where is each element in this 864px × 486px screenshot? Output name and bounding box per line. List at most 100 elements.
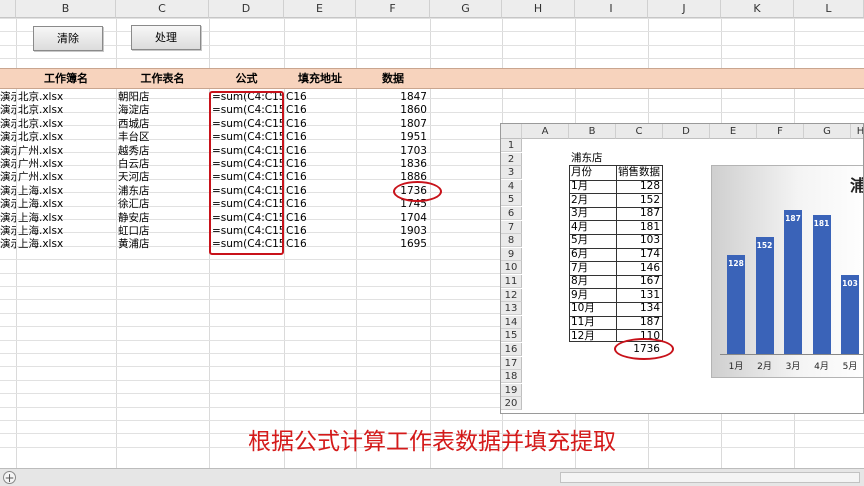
emb-column-header[interactable]: B — [569, 124, 616, 139]
emb-row-header[interactable]: 19 — [501, 383, 522, 397]
emb-row-header[interactable]: 16 — [501, 343, 522, 356]
month-cell[interactable]: 6月 — [571, 248, 588, 261]
address-cell[interactable]: C16 — [286, 198, 354, 211]
header-sheet[interactable]: 工作表名 — [116, 68, 209, 89]
emb-column-header[interactable]: E — [710, 124, 757, 139]
month-cell[interactable]: 1月 — [571, 180, 588, 193]
workbook-cell[interactable]: 上海.xlsx — [18, 198, 114, 211]
workbook-cell[interactable]: 北京.xlsx — [18, 118, 114, 131]
emb-row-header[interactable]: 10 — [501, 261, 522, 275]
clear-button[interactable]: 清除 — [33, 26, 103, 51]
chart-bar[interactable] — [755, 236, 774, 354]
month-cell[interactable]: 10月 — [571, 302, 595, 315]
column-header-d[interactable]: D — [209, 0, 284, 18]
data-value-cell[interactable]: 1836 — [356, 158, 427, 171]
workbook-cell[interactable]: 广州.xlsx — [18, 158, 114, 171]
sales-cell[interactable]: 152 — [616, 194, 660, 207]
emb-row-header[interactable]: 4 — [501, 179, 522, 193]
emb-row-header[interactable]: 14 — [501, 315, 522, 329]
header-formula[interactable]: 公式 — [209, 68, 284, 89]
month-cell[interactable]: 9月 — [571, 289, 588, 302]
workbook-cell[interactable]: 广州.xlsx — [18, 171, 114, 184]
emb-row-header[interactable]: 12 — [501, 288, 522, 302]
sheet-cell[interactable]: 静安店 — [118, 212, 207, 225]
address-cell[interactable]: C16 — [286, 225, 354, 238]
row-prefix-cell[interactable]: 演示 — [0, 238, 16, 251]
workbook-cell[interactable]: 上海.xlsx — [18, 238, 114, 251]
column-header-b[interactable]: B — [16, 0, 116, 18]
sheet-cell[interactable]: 丰台区 — [118, 131, 207, 144]
column-header-corner[interactable] — [0, 0, 16, 18]
emb-row-header[interactable]: 2 — [501, 152, 522, 166]
sheet-cell[interactable]: 朝阳店 — [118, 91, 207, 104]
horizontal-scrollbar[interactable] — [560, 472, 860, 483]
workbook-cell[interactable]: 上海.xlsx — [18, 212, 114, 225]
data-value-cell[interactable]: 1860 — [356, 104, 427, 117]
address-cell[interactable]: C16 — [286, 185, 354, 198]
sheet-cell[interactable]: 黄浦店 — [118, 238, 207, 251]
data-value-cell[interactable]: 1695 — [356, 238, 427, 251]
sheet-cell[interactable]: 西城店 — [118, 118, 207, 131]
chart-bar[interactable] — [812, 214, 831, 354]
sales-cell[interactable]: 167 — [616, 275, 660, 288]
emb-row-header[interactable]: 3 — [501, 166, 522, 180]
emb-row-header[interactable]: 20 — [501, 397, 522, 411]
data-value-cell[interactable]: 1704 — [356, 212, 427, 225]
sales-cell[interactable]: 187 — [616, 207, 660, 220]
sales-cell[interactable]: 128 — [616, 180, 660, 193]
month-cell[interactable]: 4月 — [571, 221, 588, 234]
sales-cell[interactable]: 174 — [616, 248, 660, 261]
add-sheet-icon[interactable]: + — [3, 471, 16, 484]
data-value-cell[interactable]: 1703 — [356, 145, 427, 158]
sheet-cell[interactable]: 虹口店 — [118, 225, 207, 238]
sales-cell[interactable]: 131 — [616, 289, 660, 302]
sheet-cell[interactable]: 海淀店 — [118, 104, 207, 117]
sheet-cell[interactable]: 越秀店 — [118, 145, 207, 158]
sales-cell[interactable]: 103 — [616, 234, 660, 247]
address-cell[interactable]: C16 — [286, 131, 354, 144]
emb-row-header[interactable]: 18 — [501, 370, 522, 384]
column-header-g[interactable]: G — [430, 0, 502, 18]
emb-row-header[interactable]: 8 — [501, 234, 522, 248]
address-cell[interactable]: C16 — [286, 91, 354, 104]
emb-row-header[interactable]: 1 — [501, 139, 522, 152]
column-header-j[interactable]: J — [648, 0, 721, 18]
address-cell[interactable]: C16 — [286, 212, 354, 225]
emb-corner[interactable] — [501, 124, 522, 139]
sheet-cell[interactable]: 白云店 — [118, 158, 207, 171]
column-header-l[interactable]: L — [794, 0, 864, 18]
row-prefix-cell[interactable]: 演示 — [0, 131, 16, 144]
address-cell[interactable]: C16 — [286, 158, 354, 171]
data-value-cell[interactable]: 1951 — [356, 131, 427, 144]
row-prefix-cell[interactable]: 演示 — [0, 104, 16, 117]
month-cell[interactable]: 8月 — [571, 275, 588, 288]
month-cell[interactable]: 7月 — [571, 262, 588, 275]
row-prefix-cell[interactable]: 演示 — [0, 185, 16, 198]
month-cell[interactable]: 2月 — [571, 194, 588, 207]
row-prefix-cell[interactable]: 演示 — [0, 158, 16, 171]
emb-row-header[interactable]: 11 — [501, 275, 522, 288]
emb-column-header[interactable]: H — [851, 124, 863, 139]
row-prefix-cell[interactable]: 演示 — [0, 225, 16, 238]
emb-column-header[interactable]: C — [616, 124, 663, 139]
emb-row-header[interactable]: 7 — [501, 220, 522, 234]
sheet-cell[interactable]: 浦东店 — [118, 185, 207, 198]
data-value-cell[interactable]: 1847 — [356, 91, 427, 104]
row-prefix-cell[interactable]: 演示 — [0, 145, 16, 158]
emb-row-header[interactable]: 9 — [501, 247, 522, 261]
month-cell[interactable]: 3月 — [571, 207, 588, 220]
address-cell[interactable]: C16 — [286, 118, 354, 131]
header-workbook[interactable]: 工作簿名 — [16, 68, 116, 89]
row-prefix-cell[interactable]: 演示 — [0, 118, 16, 131]
workbook-cell[interactable]: 上海.xlsx — [18, 225, 114, 238]
chart-bar[interactable] — [784, 210, 802, 354]
emb-row-header[interactable]: 15 — [501, 329, 522, 343]
column-header-e[interactable]: E — [284, 0, 356, 18]
emb-column-header[interactable]: D — [663, 124, 710, 139]
emb-column-header[interactable]: F — [757, 124, 804, 139]
row-prefix-cell[interactable]: 演示 — [0, 212, 16, 225]
column-header-i[interactable]: I — [575, 0, 648, 18]
workbook-cell[interactable]: 北京.xlsx — [18, 131, 114, 144]
header-fill-address[interactable]: 填充地址 — [284, 68, 356, 89]
emb-column-header[interactable]: A — [522, 124, 569, 139]
